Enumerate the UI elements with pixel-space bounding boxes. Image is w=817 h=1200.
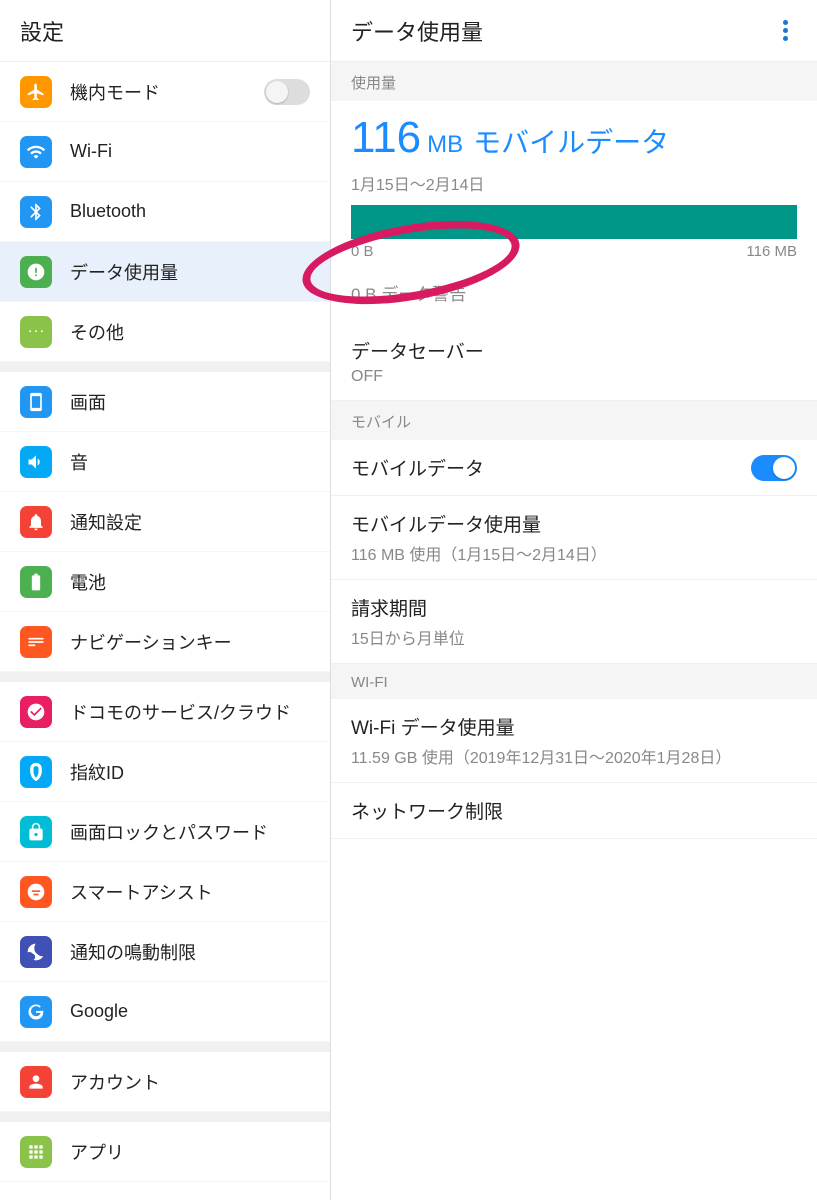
data-warning: 0 B データ警告 [351, 280, 797, 305]
separator [0, 362, 330, 372]
separator [0, 1112, 330, 1122]
sidebar-item-google[interactable]: Google [0, 982, 330, 1042]
sidebar-item-data[interactable]: データ使用量 [0, 242, 330, 302]
sidebar-item-navkey[interactable]: ナビゲーションキー [0, 612, 330, 672]
row-mobile-usage[interactable]: モバイルデータ使用量 116 MB 使用（1月15日～2月14日） [331, 496, 817, 580]
sidebar-item-smart[interactable]: スマートアシスト [0, 862, 330, 922]
row-wifi-usage[interactable]: Wi-Fi データ使用量 11.59 GB 使用（2019年12月31日～202… [331, 699, 817, 783]
sidebar-item-bluetooth[interactable]: Bluetooth [0, 182, 330, 242]
sidebar-item-display[interactable]: 画面 [0, 372, 330, 432]
sidebar-item-docomo[interactable]: ドコモのサービス/クラウド [0, 682, 330, 742]
bar-left: 0 B [351, 243, 374, 260]
sidebar-item-label: 機内モード [70, 79, 264, 105]
sidebar-item-label: 通知の鳴動制限 [70, 939, 310, 965]
usage-unit: MB [427, 131, 463, 159]
sidebar-item-label: ドコモのサービス/クラウド [70, 699, 310, 725]
notify-icon [20, 506, 52, 538]
airplane-icon [20, 76, 52, 108]
sidebar-item-label: 指紋ID [70, 759, 310, 785]
settings-header: 設定 [0, 0, 330, 62]
mobile-data-toggle[interactable] [751, 455, 797, 481]
data-saver-sub: OFF [351, 368, 797, 386]
sidebar-item-label: その他 [70, 319, 310, 345]
sidebar-item-airplane[interactable]: 機内モード [0, 62, 330, 122]
sidebar-item-account[interactable]: アカウント [0, 1052, 330, 1112]
sidebar-item-label: スマートアシスト [70, 879, 310, 905]
sidebar-item-label: Google [70, 1001, 310, 1022]
sidebar-item-notify[interactable]: 通知設定 [0, 492, 330, 552]
bluetooth-icon [20, 196, 52, 228]
sidebar-item-lock[interactable]: 画面ロックとパスワード [0, 802, 330, 862]
sidebar-item-other[interactable]: その他 [0, 302, 330, 362]
separator [0, 1042, 330, 1052]
sidebar-item-label: Bluetooth [70, 201, 310, 222]
row-network-restrict[interactable]: ネットワーク制限 [331, 783, 817, 839]
usage-bar [351, 205, 797, 239]
row-billing[interactable]: 請求期間 15日から月単位 [331, 580, 817, 664]
sidebar-item-label: 画面 [70, 389, 310, 415]
sidebar-item-dnd[interactable]: 通知の鳴動制限 [0, 922, 330, 982]
section-wifi-header: WI-FI [331, 664, 817, 699]
sidebar-item-wifi[interactable]: Wi-Fi [0, 122, 330, 182]
battery-icon [20, 566, 52, 598]
navkey-icon [20, 626, 52, 658]
billing-title: 請求期間 [351, 594, 797, 621]
usage-label: モバイルデータ [473, 121, 669, 161]
billing-sub: 15日から月単位 [351, 625, 797, 649]
sidebar-item-battery[interactable]: 電池 [0, 552, 330, 612]
sidebar-item-finger[interactable]: 指紋ID [0, 742, 330, 802]
airplane-toggle[interactable] [264, 79, 310, 105]
sidebar-item-label: 電池 [70, 569, 310, 595]
sidebar-item-label: データ使用量 [70, 259, 310, 285]
data-saver-title: データセーバー [351, 337, 797, 364]
sidebar-item-sound[interactable]: 音 [0, 432, 330, 492]
lock-icon [20, 816, 52, 848]
row-data-saver[interactable]: データセーバー OFF [331, 323, 817, 401]
smart-icon [20, 876, 52, 908]
other-icon [20, 316, 52, 348]
sidebar-item-label: アカウント [70, 1069, 310, 1095]
settings-title: 設定 [20, 15, 64, 47]
usage-block[interactable]: 116MB モバイルデータ 1月15日～2月14日 0 B 116 MB 0 B… [331, 101, 817, 323]
separator [0, 672, 330, 682]
row-mobile-data[interactable]: モバイルデータ [331, 440, 817, 496]
data-icon [20, 256, 52, 288]
section-mobile-header: モバイル [331, 401, 817, 440]
apps-icon [20, 1136, 52, 1168]
sidebar-item-label: 通知設定 [70, 509, 310, 535]
sidebar-item-label: ナビゲーションキー [70, 629, 310, 655]
mobile-usage-sub: 116 MB 使用（1月15日～2月14日） [351, 541, 797, 565]
settings-list: 機内モード Wi-Fi Bluetooth データ使用量その他画面音通知設定電池ナビゲ… [0, 62, 330, 1200]
sidebar-item-label: 音 [70, 449, 310, 475]
account-icon [20, 1066, 52, 1098]
display-icon [20, 386, 52, 418]
sidebar-item-label: 画面ロックとパスワード [70, 819, 310, 845]
usage-bar-labels: 0 B 116 MB [351, 243, 797, 260]
detail-header: データ使用量 [331, 0, 817, 62]
more-icon[interactable] [773, 19, 797, 43]
mobile-data-title: モバイルデータ [351, 454, 751, 481]
sound-icon [20, 446, 52, 478]
wifi-usage-sub: 11.59 GB 使用（2019年12月31日～2020年1月28日） [351, 744, 797, 768]
sidebar-item-apps[interactable]: アプリ [0, 1122, 330, 1182]
network-restrict-title: ネットワーク制限 [351, 797, 797, 824]
sidebar-item-label: アプリ [70, 1139, 310, 1165]
docomo-icon [20, 696, 52, 728]
mobile-usage-title: モバイルデータ使用量 [351, 510, 797, 537]
sidebar-item-label: Wi-Fi [70, 141, 310, 162]
wifi-usage-title: Wi-Fi データ使用量 [351, 713, 797, 740]
google-icon [20, 996, 52, 1028]
usage-range: 1月15日～2月14日 [351, 171, 797, 195]
bar-right: 116 MB [746, 243, 797, 260]
detail-title: データ使用量 [351, 15, 483, 47]
usage-amount: 116 [351, 113, 421, 163]
finger-icon [20, 756, 52, 788]
dnd-icon [20, 936, 52, 968]
usage-main: 116MB モバイルデータ [351, 113, 797, 163]
wifi-icon [20, 136, 52, 168]
section-usage-header: 使用量 [331, 62, 817, 101]
